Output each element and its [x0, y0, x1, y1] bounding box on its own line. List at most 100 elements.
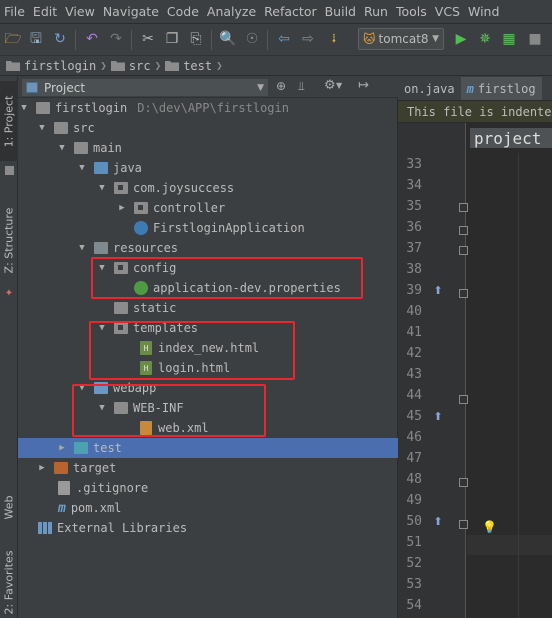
menu-tools[interactable]: Tools [392, 4, 431, 19]
open-folder-icon[interactable]: 🗁 [4, 30, 22, 48]
run-config-label: tomcat8 [378, 32, 429, 46]
structure-icon[interactable]: ✦ [0, 285, 18, 301]
implemented-method-icon[interactable]: ⬆ [432, 516, 444, 530]
breadcrumb-item[interactable]: test [165, 59, 212, 73]
hide-panel-icon[interactable]: ↦ [358, 78, 369, 93]
module-path-hint: D:\dev\APP\firstlogin [137, 101, 289, 115]
editor-tab-active[interactable]: m firstlog [460, 77, 542, 100]
test-folder-icon [74, 442, 88, 454]
save-icon[interactable]: 🖫 [27, 30, 45, 48]
menu-run[interactable]: Run [360, 4, 392, 19]
fold-marker-icon[interactable] [459, 246, 468, 255]
line-number: 43 [406, 367, 422, 382]
project-tool-tab[interactable]: 1: Project [0, 81, 18, 161]
paste-icon[interactable]: ⎘ [187, 30, 205, 48]
spring-class-icon [134, 221, 148, 235]
chevron-right-icon: ❯ [216, 59, 223, 72]
implemented-method-icon[interactable]: ⬆ [432, 285, 444, 299]
tree-item-src[interactable]: ▼ src [18, 118, 398, 138]
tree-item-label: static [133, 301, 177, 315]
left-tool-stripe: 1: Project Z: Structure ✦ Web 2: Favorit… [0, 77, 18, 618]
menu-code[interactable]: Code [163, 4, 203, 19]
debug-icon[interactable]: ✵ [476, 30, 494, 48]
tree-item-java[interactable]: ▼ java [18, 158, 398, 178]
menu-edit[interactable]: Edit [29, 4, 61, 19]
folder-icon [6, 61, 20, 71]
package-icon [134, 202, 148, 214]
line-number: 46 [406, 430, 422, 445]
fold-marker-icon[interactable] [459, 395, 468, 404]
gear-icon[interactable]: ⚙ [324, 78, 336, 93]
fold-marker-icon[interactable] [459, 289, 468, 298]
collapse-icon[interactable]: ⫫ [298, 79, 305, 94]
code-editor[interactable]: project 33 34 35 36 37 38 39 40 41 42 43 44 45 46 47 48… [398, 123, 552, 618]
redo-icon[interactable]: ↷ [107, 30, 125, 48]
menu-refactor[interactable]: Refactor [260, 4, 320, 19]
tree-item-external-libraries[interactable]: External Libraries [18, 518, 398, 538]
run-configuration-select[interactable]: 🐱 tomcat8 ▼ [358, 28, 444, 50]
structure-tool-tab[interactable]: Z: Structure [0, 195, 18, 285]
project-panel-header: Project ▼ ⊕ ⫫ ⚙ ▼ ↦ [18, 77, 398, 98]
fold-marker-icon[interactable] [459, 478, 468, 487]
fold-marker-icon[interactable] [459, 226, 468, 235]
chevron-down-icon[interactable]: ▼ [336, 81, 342, 90]
menu-build[interactable]: Build [321, 4, 360, 19]
web-tool-tab[interactable]: Web [0, 487, 18, 527]
editor-tab[interactable]: on.java [398, 77, 461, 100]
tree-item-test[interactable]: ▶ test [18, 438, 398, 458]
menu-window[interactable]: Wind [464, 4, 503, 19]
tree-item-label: target [73, 461, 117, 475]
menu-file[interactable]: File [0, 4, 29, 19]
tree-item-label: firstlogin [55, 101, 128, 115]
menu-analyze[interactable]: Analyze [203, 4, 260, 19]
folder-icon [114, 302, 128, 314]
folder-icon [54, 122, 68, 134]
folder-icon [74, 142, 88, 154]
menu-navigate[interactable]: Navigate [99, 4, 163, 19]
tree-item-target[interactable]: ▶ target [18, 458, 398, 478]
tree-item-label: src [73, 121, 95, 135]
coverage-icon[interactable]: ▦ [500, 30, 518, 48]
tree-item-com-joysuccess[interactable]: ▼ com.joysuccess [18, 178, 398, 198]
tree-item-static[interactable]: static [18, 298, 398, 318]
tree-item-firstlogin-application[interactable]: FirstloginApplication [18, 218, 398, 238]
back-icon[interactable]: ⇦ [275, 30, 293, 48]
highlight-box [72, 384, 266, 437]
implemented-method-icon[interactable]: ⬆ [432, 411, 444, 425]
tomcat-icon: 🐱 [363, 32, 376, 46]
fold-marker-icon[interactable] [459, 203, 468, 212]
fold-marker-icon[interactable] [459, 520, 468, 529]
chevron-down-icon: ▼ [257, 82, 264, 93]
tree-item-resources[interactable]: ▼ resources [18, 238, 398, 258]
scope-icon[interactable]: ⊕ [276, 79, 286, 93]
favorites-tool-tab[interactable]: 2: Favorites [0, 547, 18, 617]
code-fragment: project [470, 128, 552, 148]
menu-vcs[interactable]: VCS [431, 4, 464, 19]
copy-icon[interactable]: ❐ [163, 30, 181, 48]
tree-item-main[interactable]: ▼ main [18, 138, 398, 158]
tree-item-firstlogin[interactable]: ▼ firstlogin D:\dev\APP\firstlogin [18, 98, 398, 118]
chevron-right-icon: ▶ [119, 203, 125, 213]
forward-icon[interactable]: ⇨ [299, 30, 317, 48]
stop-icon[interactable]: ■ [526, 30, 544, 48]
build-icon[interactable]: ⭭ [325, 30, 343, 48]
tree-item-gitignore[interactable]: .gitignore [18, 478, 398, 498]
tree-item-label: resources [113, 241, 179, 255]
replace-icon[interactable]: ☉ [243, 30, 261, 48]
sync-icon[interactable]: ↻ [51, 30, 69, 48]
project-view-select[interactable]: Project ▼ [22, 79, 268, 96]
breadcrumb-item[interactable]: src [110, 59, 151, 73]
cut-icon[interactable]: ✂ [139, 30, 157, 48]
menu-view[interactable]: View [61, 4, 99, 19]
tree-item-pom-xml[interactable]: m pom.xml [18, 498, 398, 518]
undo-icon[interactable]: ↶ [83, 30, 101, 48]
tree-item-controller[interactable]: ▶ controller [18, 198, 398, 218]
find-icon[interactable]: 🔍 [219, 30, 237, 48]
toolbar-separator [211, 30, 212, 50]
lightbulb-icon[interactable]: 💡 [482, 520, 497, 534]
run-icon[interactable]: ▶ [452, 30, 470, 48]
breadcrumb-item[interactable]: firstlogin [6, 59, 96, 73]
resources-folder-icon [94, 242, 108, 254]
line-number: 36 [406, 220, 422, 235]
panel-icon[interactable] [0, 163, 18, 177]
